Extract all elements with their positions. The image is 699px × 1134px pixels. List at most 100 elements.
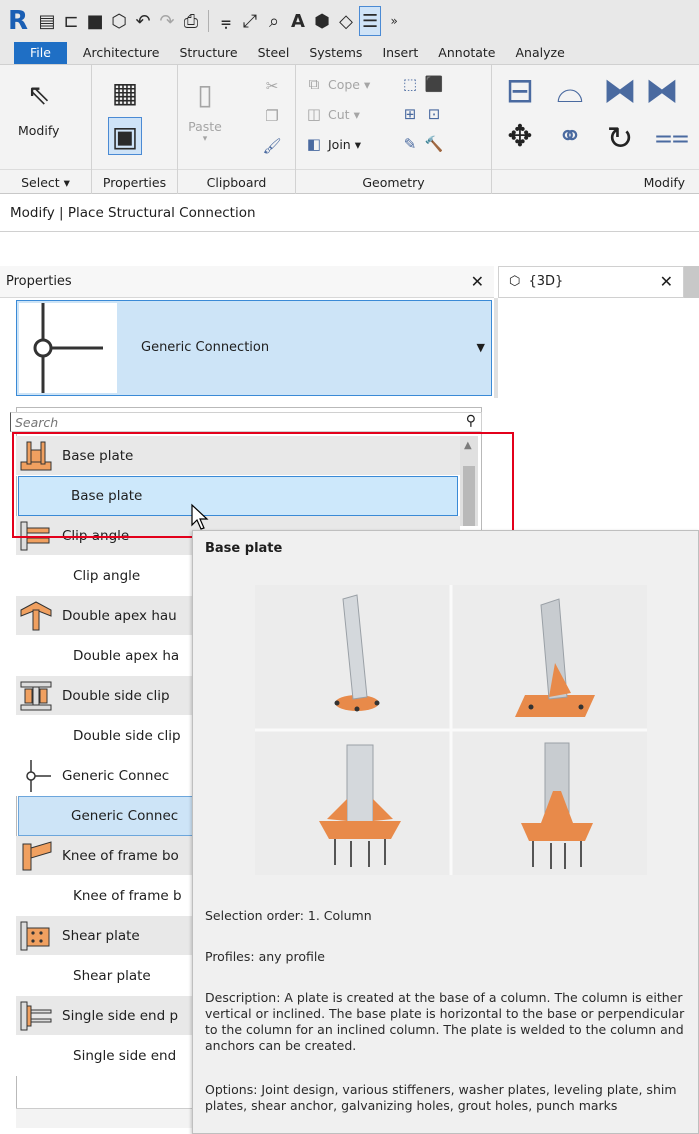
scroll-up-icon[interactable]: ▲ <box>464 440 472 451</box>
list-scrollbar[interactable]: ▲ <box>460 436 478 526</box>
ribbon-tabs: File Architecture Structure Steel System… <box>0 42 699 64</box>
copy-element-button[interactable]: ⚭ <box>550 119 590 154</box>
move-icon: ✥ <box>507 119 533 154</box>
mirror-draw-icon: ⧓ <box>645 71 679 111</box>
chevron-down-icon[interactable]: ▼ <box>477 341 485 354</box>
properties-button[interactable]: ▣ <box>108 117 142 155</box>
section-icon[interactable]: ◇ <box>335 6 357 36</box>
cope-dropdown-icon: ▾ <box>364 76 371 92</box>
properties-group-label: Properties <box>92 169 177 195</box>
clipboard-group: ▯ Paste ▾ ✂ ❐ 🖌 Clipboard <box>178 65 296 195</box>
move-button[interactable]: ✥ <box>500 119 540 154</box>
dimension-icon[interactable]: ⤢ <box>239 6 261 36</box>
tab-structure[interactable]: Structure <box>169 42 247 64</box>
cut-geometry-button[interactable]: ◫ Cut ▾ <box>304 105 360 123</box>
cope-icon: ⧉ <box>308 75 320 93</box>
split-icon: ⊞ <box>403 105 417 123</box>
clipboard-group-label: Clipboard <box>178 169 295 195</box>
type-properties-button[interactable]: ▦ <box>108 73 142 111</box>
paste-label: Paste <box>188 119 222 134</box>
cursor-arrow-icon: ⇖ <box>26 77 51 111</box>
offset-button[interactable]: ⌓ <box>550 71 590 111</box>
search-input[interactable] <box>10 412 482 432</box>
measure-icon[interactable]: ⩦ <box>215 6 237 36</box>
cope-button[interactable]: ⧉ Cope ▾ <box>304 75 371 93</box>
3d-view-icon[interactable]: ⬢ <box>311 6 333 36</box>
open-icon[interactable]: ⊏ <box>60 6 82 36</box>
cut-dropdown-icon: ▾ <box>353 106 360 122</box>
type-selector[interactable]: Generic Connection ▼ <box>16 300 492 396</box>
mirror-button[interactable]: ⧓ <box>600 71 640 111</box>
group-label: Single side end p <box>62 1007 179 1024</box>
properties-icon: ▣ <box>108 117 142 155</box>
mirror-draw-button[interactable]: ⧓ <box>642 71 682 111</box>
wall-joins-button[interactable]: ⬚ ⬛ <box>400 75 444 93</box>
join-icon: ◧ <box>306 135 322 153</box>
panel-divider[interactable] <box>494 298 498 398</box>
select-label: Select <box>21 175 60 190</box>
mouse-cursor-icon <box>191 503 209 530</box>
match-properties-button[interactable]: 🖌 <box>262 137 282 155</box>
geometry-group: ⧉ Cope ▾ ◫ Cut ▾ ◧ Join ▾ ⬚ ⬛ ⊞ ⊡ ✎ 🔨 Geometry <box>296 65 492 195</box>
revit-logo-icon[interactable]: R <box>8 6 34 36</box>
align-button[interactable]: ⊟ <box>500 71 540 111</box>
list-item[interactable]: Base plate <box>18 476 458 516</box>
group-label: Generic Connec <box>62 767 170 784</box>
connection-tooltip: Base plate Selection order: 1. Column Pr… <box>192 530 699 1134</box>
context-title: Modify | Place Structural Connection <box>0 194 699 232</box>
split-button[interactable]: ⊞ ⊡ <box>400 105 444 123</box>
list-group-header[interactable]: Base plate <box>16 436 460 476</box>
base-plate-icon <box>16 438 56 474</box>
split-face-icon: ⬛ <box>424 75 444 93</box>
tooltip-profiles: Profiles: any profile <box>205 949 326 964</box>
scrollbar-thumb[interactable] <box>463 466 475 526</box>
trim-button[interactable]: ⩵ <box>652 119 692 154</box>
thin-lines-icon[interactable]: ☰ <box>359 6 382 36</box>
type-name: Generic Connection <box>141 340 270 355</box>
save-icon[interactable]: ■ <box>84 6 106 36</box>
select-dropdown[interactable]: Select ▾ <box>0 169 91 195</box>
more-icon[interactable]: » <box>383 6 405 36</box>
item-label: Double side clip <box>73 728 181 744</box>
cut-clipboard-button[interactable]: ✂ <box>262 77 282 95</box>
copy-button[interactable]: ❐ <box>262 107 282 125</box>
tab-architecture[interactable]: Architecture <box>73 42 170 64</box>
tooltip-title: Base plate <box>205 541 283 556</box>
wall-joins-icon: ⬚ <box>402 75 418 93</box>
mirror-icon: ⧓ <box>603 71 637 111</box>
view-tab-overflow <box>684 266 699 298</box>
tab-systems[interactable]: Systems <box>299 42 372 64</box>
view-tab-name: {3D} <box>528 274 564 289</box>
undo-icon[interactable]: ↶ <box>132 6 154 36</box>
join-button[interactable]: ◧ Join ▾ <box>304 135 361 153</box>
sync-icon[interactable]: ⬡ <box>108 6 130 36</box>
view-tab-3d[interactable]: ⬡ {3D} ✕ <box>498 266 684 298</box>
tab-steel[interactable]: Steel <box>248 42 300 64</box>
home-icon[interactable]: ▤ <box>36 6 58 36</box>
paste-button[interactable]: ▯ Paste ▾ <box>188 75 222 145</box>
generic-connection-small-icon <box>16 758 56 794</box>
close-icon[interactable]: ✕ <box>660 267 673 297</box>
close-icon[interactable]: ✕ <box>471 266 484 298</box>
tooltip-description: Description: A plate is created at the b… <box>205 990 685 1053</box>
item-label: Double apex ha <box>73 648 180 664</box>
tab-insert[interactable]: Insert <box>372 42 428 64</box>
group-label: Shear plate <box>62 927 140 944</box>
search-icon[interactable]: ⚲ <box>466 413 476 429</box>
paint-icon: ✎ <box>403 135 417 153</box>
modify-button[interactable]: ⇖ Modify <box>18 75 59 139</box>
tab-annotate[interactable]: Annotate <box>428 42 505 64</box>
redo-icon[interactable]: ↷ <box>156 6 178 36</box>
tab-file[interactable]: File <box>14 42 67 64</box>
modify-group-label: Modify <box>492 169 699 195</box>
paint-button[interactable]: ✎ 🔨 <box>400 135 444 153</box>
generic-connection-icon <box>33 303 103 393</box>
properties-header: Properties ✕ <box>0 266 494 298</box>
text-icon[interactable]: A <box>287 6 309 36</box>
join-dropdown-icon: ▾ <box>354 136 362 152</box>
tab-analyze[interactable]: Analyze <box>506 42 575 64</box>
print-icon[interactable]: ⎙ <box>180 6 202 36</box>
tag-icon[interactable]: ⌕ <box>263 6 285 36</box>
search-box: ⚲ <box>10 412 482 432</box>
rotate-button[interactable]: ↻ <box>600 119 640 157</box>
